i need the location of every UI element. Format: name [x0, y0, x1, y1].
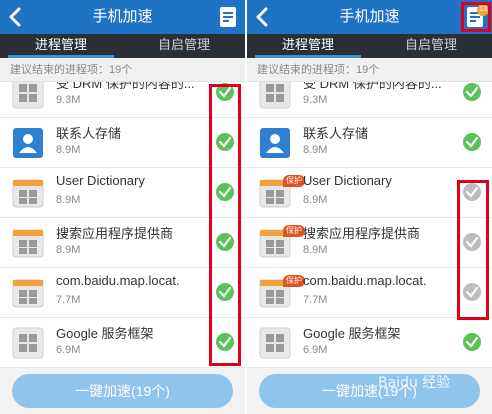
protect-badge: 保护: [283, 175, 305, 187]
process-memory: 7.7M: [303, 294, 328, 306]
tab-process-management[interactable]: 进程管理: [0, 34, 122, 58]
process-name: com.baidu.map.locat.: [56, 273, 180, 288]
process-memory: 8.9M: [303, 194, 328, 206]
grid-app-icon: [259, 327, 291, 359]
process-name: com.baidu.map.locat.: [303, 273, 427, 288]
protect-badge: 保护: [283, 275, 305, 287]
header-bar: 手机加速 13: [247, 0, 492, 34]
process-memory: 8.9M: [303, 144, 328, 156]
process-row[interactable]: 保护 搜索应用程序提供商 8.9M: [247, 218, 492, 268]
tab-bar: 进程管理 自启管理: [0, 34, 245, 58]
tab-bar: 进程管理 自启管理: [247, 34, 492, 58]
process-row[interactable]: Google 服务框架 6.9M: [247, 318, 492, 368]
folder-app-icon: [12, 279, 44, 308]
left-phone-screen: 手机加速 进程管理 自启管理 建议结束的进程项：19个 受 DRM 保护的内容的…: [0, 0, 245, 414]
process-memory: 8.9M: [303, 244, 328, 256]
folder-app-icon: [12, 179, 44, 208]
process-name: User Dictionary: [303, 173, 392, 188]
tab-process-management[interactable]: 进程管理: [247, 34, 369, 58]
app-icon-wrap: 保护: [259, 225, 305, 259]
page-title: 手机加速: [339, 8, 400, 25]
app-icon-wrap: 保护: [259, 275, 305, 309]
grid-app-icon: [259, 82, 291, 109]
process-memory: 7.7M: [56, 294, 81, 306]
process-row[interactable]: 保护 com.baidu.map.locat. 7.7M: [247, 268, 492, 318]
highlight-box: [461, 2, 491, 32]
process-memory: 8.9M: [56, 244, 81, 256]
one-click-speedup-button[interactable]: 一键加速(19个): [12, 374, 233, 408]
process-name: User Dictionary: [56, 173, 145, 188]
screenshot-comparison: 手机加速 进程管理 自启管理 建议结束的进程项：19个 受 DRM 保护的内容的…: [0, 0, 492, 414]
folder-app-icon: [12, 229, 44, 258]
process-row[interactable]: 联系人存储 8.9M: [247, 118, 492, 168]
suggestion-hint: 建议结束的进程项：19个: [247, 58, 492, 82]
process-name: 搜索应用程序提供商: [303, 226, 421, 241]
protect-badge: 保护: [283, 225, 305, 237]
checked-circle-icon[interactable]: [462, 332, 482, 352]
contacts-app-icon: [260, 128, 290, 158]
checked-circle-icon[interactable]: [462, 132, 482, 152]
process-name: 受 DRM 保护的内容的...: [303, 82, 442, 91]
process-list: 受 DRM 保护的内容的... 9.3M 联系人存储 8.9M: [247, 82, 492, 368]
contacts-app-icon: [13, 128, 43, 158]
header-bar: 手机加速: [0, 0, 245, 34]
process-name: 搜索应用程序提供商: [56, 226, 174, 241]
watermark: Baidu 经验: [378, 375, 451, 391]
process-memory: 9.3M: [303, 94, 328, 106]
process-memory: 8.9M: [56, 194, 81, 206]
list-menu-icon[interactable]: [219, 6, 237, 28]
tab-autostart-management[interactable]: 自启管理: [370, 34, 492, 58]
tab-autostart-management[interactable]: 自启管理: [123, 34, 245, 58]
highlight-box: [209, 84, 241, 366]
process-row[interactable]: 保护 User Dictionary 8.9M: [247, 168, 492, 218]
grid-app-icon: [12, 327, 44, 359]
process-name: Google 服务框架: [56, 326, 154, 341]
app-icon-wrap: 保护: [259, 175, 305, 209]
process-name: 联系人存储: [303, 126, 369, 141]
process-name: 受 DRM 保护的内容的...: [56, 82, 195, 91]
grid-app-icon: [12, 82, 44, 109]
suggestion-hint: 建议结束的进程项：19个: [0, 58, 245, 82]
process-memory: 6.9M: [303, 344, 328, 356]
process-row[interactable]: 受 DRM 保护的内容的... 9.3M: [247, 82, 492, 118]
bottom-bar: 一键加速(19个): [247, 368, 492, 414]
highlight-box: [457, 180, 489, 320]
right-phone-screen: 手机加速 13 进程管理 自启管理 建议结束的进程项：19个 受 DRM 保护的…: [247, 0, 492, 414]
process-memory: 6.9M: [56, 344, 81, 356]
bottom-bar: 一键加速(19个): [0, 368, 245, 414]
process-name: 联系人存储: [56, 126, 122, 141]
page-title: 手机加速: [92, 8, 153, 25]
process-name: Google 服务框架: [303, 326, 401, 341]
checked-circle-icon[interactable]: [462, 82, 482, 102]
process-memory: 8.9M: [56, 144, 81, 156]
process-memory: 9.3M: [56, 94, 81, 106]
